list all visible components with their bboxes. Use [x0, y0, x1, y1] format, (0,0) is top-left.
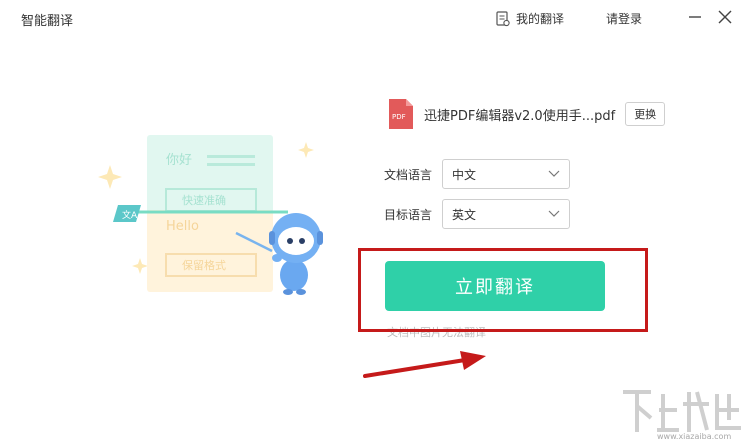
my-translations-link[interactable]: 我的翻译	[496, 10, 564, 27]
change-file-button[interactable]: 更换	[625, 102, 666, 126]
selected-file-row: PDF 迅捷PDF编辑器v2.0使用手...pdf 更换	[388, 98, 666, 130]
app-title: 智能翻译	[21, 14, 74, 29]
chevron-down-icon	[548, 170, 560, 177]
sparkle-icon	[98, 165, 122, 189]
robot-mascot-icon	[269, 213, 323, 295]
target-language-label: 目标语言	[384, 207, 433, 222]
target-language-row: 目标语言 英文	[384, 199, 570, 229]
watermark-text: www.xiazaiba.com	[657, 432, 732, 441]
card-bottom-text: Hello	[166, 219, 199, 234]
my-translations-label: 我的翻译	[516, 12, 565, 26]
translation-illustration: 你好 快速准确 文A Hello 保留格式	[98, 135, 323, 295]
sparkle-icon	[298, 142, 314, 158]
source-language-select[interactable]: 中文	[442, 159, 570, 189]
chevron-down-icon	[548, 210, 560, 217]
image-translation-note: 文档中图片无法翻译	[387, 326, 486, 339]
annotation-arrow-icon	[363, 351, 486, 378]
minimize-icon[interactable]	[686, 8, 704, 26]
svg-text:文A: 文A	[122, 209, 138, 221]
title-bar: 智能翻译 我的翻译 请登录	[0, 0, 750, 40]
card-top-text: 你好	[166, 153, 192, 168]
file-name: 迅捷PDF编辑器v2.0使用手...pdf	[424, 108, 616, 124]
source-language-label: 文档语言	[384, 167, 433, 182]
translate-now-button[interactable]: 立即翻译	[385, 261, 605, 311]
target-language-select[interactable]: 英文	[442, 199, 570, 229]
close-icon[interactable]	[716, 8, 734, 26]
svg-text:PDF: PDF	[392, 113, 406, 121]
card-top-button: 快速准确	[182, 194, 226, 207]
target-language-value: 英文	[452, 207, 477, 222]
source-language-row: 文档语言 中文	[384, 159, 570, 189]
login-link[interactable]: 请登录	[606, 10, 642, 27]
pdf-file-icon: PDF	[388, 98, 414, 130]
sparkle-icon	[132, 258, 148, 274]
document-icon	[496, 10, 510, 26]
source-language-value: 中文	[452, 167, 477, 182]
card-bottom-button: 保留格式	[182, 258, 226, 272]
